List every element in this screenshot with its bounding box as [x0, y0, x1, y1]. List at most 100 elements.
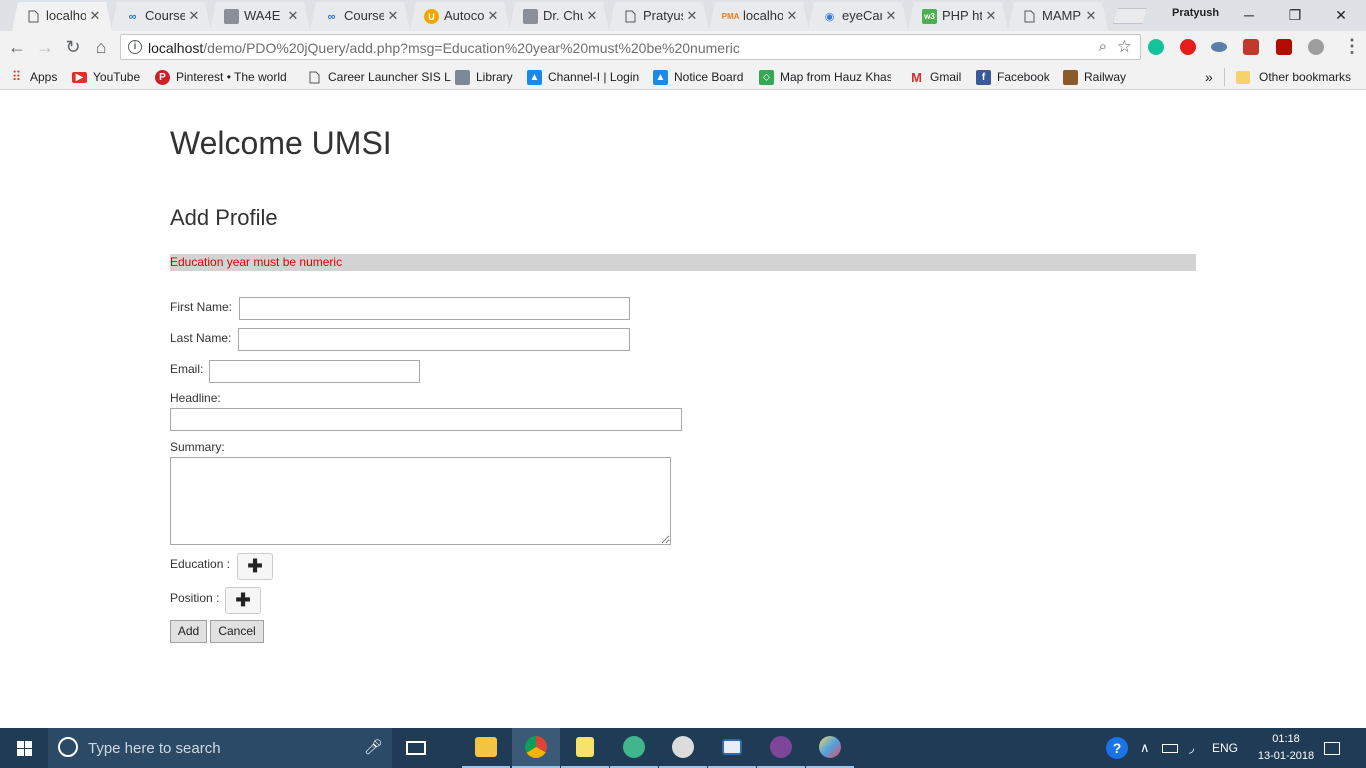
reload-icon[interactable]: ↻	[62, 36, 84, 58]
close-icon[interactable]: ✕	[386, 8, 400, 24]
bookmark-map[interactable]: ⬦ Map from Hauz Khas	[759, 68, 891, 86]
headline-input[interactable]	[170, 408, 682, 431]
task-view-button[interactable]	[392, 728, 440, 768]
tab-php-html[interactable]: w3 PHP html ✕	[908, 2, 1008, 31]
taskbar-chrome[interactable]	[512, 728, 560, 768]
tab-eyecare[interactable]: ◉ eyeCare ✕	[808, 2, 908, 31]
bookmark-pinterest[interactable]: P Pinterest • The world	[155, 68, 287, 86]
coursera-icon: ∞	[128, 10, 137, 23]
bookmark-extension-icon[interactable]	[1243, 39, 1259, 55]
wifi-icon[interactable]: ◞	[1189, 728, 1194, 768]
gmail-icon: M	[911, 69, 922, 85]
email-label: Email:	[170, 362, 204, 376]
bookmark-career-launcher[interactable]: Career Launcher SIS L	[307, 68, 451, 86]
tab-title: localhost	[743, 8, 783, 23]
tab-phpmyadmin[interactable]: PMA localhost ✕	[709, 2, 809, 31]
summary-textarea[interactable]	[170, 457, 671, 545]
back-arrow-icon[interactable]: ←	[6, 36, 28, 58]
address-bar[interactable]: i localhost/demo/PDO%20jQuery/add.php?ms…	[120, 34, 1141, 60]
taskbar-tor[interactable]	[757, 728, 805, 768]
restore-icon[interactable]: ❐	[1273, 4, 1317, 26]
url-text[interactable]: localhost/demo/PDO%20jQuery/add.php?msg=…	[148, 40, 740, 56]
bookmarks-divider	[1224, 68, 1225, 86]
tab-dr-chuck[interactable]: Dr. Chuck ✕	[509, 2, 609, 31]
minimize-icon[interactable]: ─	[1227, 4, 1271, 26]
bookmark-gmail[interactable]: M Gmail	[909, 68, 961, 86]
taskbar-file-explorer[interactable]	[462, 728, 510, 768]
opera-icon[interactable]	[1180, 39, 1196, 55]
forward-arrow-icon[interactable]: →	[34, 36, 56, 58]
close-icon[interactable]: ✕	[187, 8, 201, 24]
bookmark-youtube[interactable]: ▶ YouTube	[72, 68, 140, 86]
close-icon[interactable]: ✕	[486, 8, 500, 24]
start-button[interactable]	[0, 728, 48, 768]
coursera-icon: ∞	[327, 10, 336, 23]
star-icon[interactable]: ☆	[1117, 37, 1132, 57]
home-icon[interactable]: ⌂	[90, 36, 112, 58]
add-education-button[interactable]: ✚	[237, 553, 273, 580]
cancel-button[interactable]: Cancel	[210, 620, 264, 643]
new-tab-button[interactable]	[1113, 8, 1147, 24]
battery-icon[interactable]	[1162, 728, 1178, 768]
menu-icon[interactable]: ⋮	[1343, 36, 1361, 56]
railway-icon	[1063, 69, 1078, 85]
taskbar-atom[interactable]	[610, 728, 658, 768]
close-icon[interactable]: ✕	[785, 8, 799, 24]
extension-icon[interactable]	[1308, 39, 1324, 55]
bookmark-apps[interactable]: ⠿ Apps	[9, 68, 58, 86]
close-icon[interactable]: ✕	[685, 8, 699, 24]
tab-pratyush[interactable]: Pratyush ✕	[609, 2, 709, 31]
close-window-icon[interactable]: ✕	[1319, 4, 1363, 26]
add-position-button[interactable]: ✚	[225, 587, 261, 614]
profile-name[interactable]: Pratyush	[1172, 7, 1219, 19]
bookmarks-overflow-icon[interactable]: »	[1205, 68, 1213, 86]
bookmark-other[interactable]: Other bookmarks	[1236, 68, 1351, 86]
taskbar-app-window[interactable]	[708, 728, 756, 768]
close-icon[interactable]: ✕	[984, 8, 998, 24]
taskbar-sticky-notes[interactable]	[561, 728, 609, 768]
tab-wa4e[interactable]: WA4E - ✕	[210, 2, 310, 31]
bookmark-channel-i[interactable]: ▲ Channel-I | Login	[527, 68, 639, 86]
zoom-icon[interactable]: ⌕	[1099, 38, 1107, 55]
bookmark-notice-board[interactable]: ▲ Notice Board	[653, 68, 743, 86]
last-name-input[interactable]	[238, 328, 630, 351]
tab-mamp[interactable]: MAMP ✕	[1008, 2, 1108, 31]
language-indicator[interactable]: ENG	[1212, 728, 1238, 768]
tab-autocomplete[interactable]: U Autocomplete ✕	[410, 2, 510, 31]
close-icon[interactable]: ✕	[286, 8, 300, 24]
pinterest-icon: P	[155, 69, 170, 85]
add-button[interactable]: Add	[170, 620, 207, 643]
close-icon[interactable]: ✕	[1084, 8, 1098, 24]
bookmark-facebook[interactable]: f Facebook	[976, 68, 1050, 86]
microphone-icon[interactable]: 🎤︎	[364, 738, 383, 756]
bookmark-label: Map from Hauz Khas	[780, 70, 891, 84]
tray-expand-icon[interactable]: ∧	[1140, 728, 1150, 768]
email-input[interactable]	[209, 360, 420, 383]
clock[interactable]: 01:18 13-01-2018	[1250, 731, 1322, 765]
tab-coursera-2[interactable]: ∞ Coursera ✕	[310, 2, 410, 31]
bookmark-library[interactable]: Library	[455, 68, 513, 86]
tab-title: Coursera	[344, 8, 384, 23]
summary-label: Summary:	[170, 440, 225, 454]
notifications-icon[interactable]	[1324, 728, 1340, 768]
first-name-input[interactable]	[239, 297, 630, 320]
close-icon[interactable]: ✕	[884, 8, 898, 24]
first-name-label: First Name:	[170, 300, 233, 314]
help-icon[interactable]: ?	[1106, 728, 1128, 768]
eye-extension-icon[interactable]	[1211, 42, 1227, 52]
close-icon[interactable]: ✕	[585, 8, 599, 24]
education-label: Education :	[170, 557, 231, 571]
tab-localhost-active[interactable]: localhost ✕	[12, 2, 112, 31]
taskbar-paint[interactable]	[806, 728, 854, 768]
taskbar-github[interactable]	[659, 728, 707, 768]
adobe-acrobat-icon[interactable]	[1276, 39, 1292, 55]
info-icon[interactable]: i	[128, 40, 142, 54]
library-icon	[455, 69, 470, 85]
plus-icon: ✚	[247, 556, 263, 576]
grammarly-icon[interactable]	[1148, 39, 1164, 55]
taskbar-search[interactable]: Type here to search 🎤︎	[48, 728, 392, 768]
page-title: Welcome UMSI	[170, 125, 392, 161]
close-icon[interactable]: ✕	[88, 8, 102, 24]
tab-coursera[interactable]: ∞ Coursera ✕	[111, 2, 211, 31]
bookmark-railway[interactable]: Railway	[1063, 68, 1126, 86]
